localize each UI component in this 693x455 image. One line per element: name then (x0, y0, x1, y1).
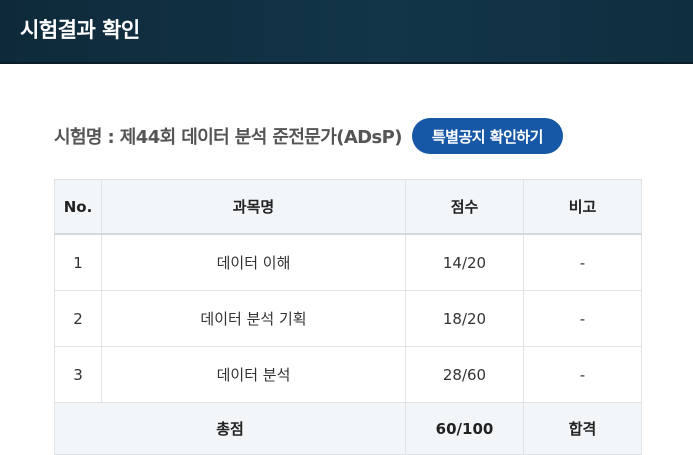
exam-info: 시험명 : 제44회 데이터 분석 준전문가(ADsP) 특별공지 확인하기 (54, 117, 563, 155)
row-no: 1 (54, 233, 102, 291)
column-header-note: 비고 (523, 179, 642, 235)
exam-name: 시험명 : 제44회 데이터 분석 준전문가(ADsP) (54, 127, 402, 148)
column-header-score: 점수 (405, 179, 524, 235)
table-row: 2 데이터 분석 기획 18/20 - (54, 290, 642, 347)
total-label: 총점 (54, 402, 406, 455)
table-header-row: No. 과목명 점수 비고 (54, 179, 642, 235)
row-no: 2 (54, 290, 102, 347)
row-subject: 데이터 분석 기획 (101, 290, 406, 347)
row-score: 18/20 (405, 290, 524, 347)
row-note: - (523, 346, 642, 403)
row-score: 14/20 (405, 233, 524, 291)
total-score: 60/100 (405, 402, 524, 455)
row-subject: 데이터 이해 (101, 233, 406, 291)
page-header: 시험결과 확인 (0, 0, 693, 64)
row-subject: 데이터 분석 (101, 346, 406, 403)
page-title: 시험결과 확인 (20, 18, 140, 42)
total-row: 총점 60/100 합격 (54, 402, 642, 455)
result-table: No. 과목명 점수 비고 1 데이터 이해 14/20 - 2 데이터 분석 … (54, 179, 642, 455)
table-row: 3 데이터 분석 28/60 - (54, 346, 642, 403)
row-score: 28/60 (405, 346, 524, 403)
column-header-no: No. (54, 179, 102, 235)
table-row: 1 데이터 이해 14/20 - (54, 233, 642, 291)
row-note: - (523, 233, 642, 291)
pass-status: 합격 (523, 402, 642, 455)
row-no: 3 (54, 346, 102, 403)
special-notice-button[interactable]: 특별공지 확인하기 (411, 118, 563, 154)
column-header-subject: 과목명 (101, 179, 406, 235)
row-note: - (523, 290, 642, 347)
